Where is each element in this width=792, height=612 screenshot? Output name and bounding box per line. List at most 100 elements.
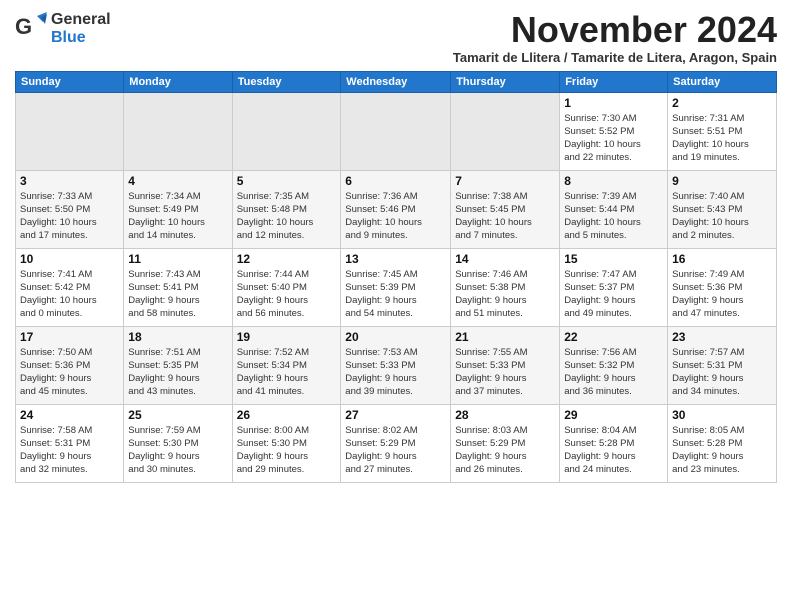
calendar-cell: 25 Sunrise: 7:59 AM Sunset: 5:30 PM Dayli… <box>124 404 232 482</box>
day-number: 13 <box>345 252 446 266</box>
calendar-cell: 12 Sunrise: 7:44 AM Sunset: 5:40 PM Dayli… <box>232 248 341 326</box>
day-info: Sunrise: 7:41 AM Sunset: 5:42 PM Dayligh… <box>20 268 119 321</box>
day-info: Sunrise: 7:45 AM Sunset: 5:39 PM Dayligh… <box>345 268 446 321</box>
calendar-header-row: SundayMondayTuesdayWednesdayThursdayFrid… <box>16 71 777 92</box>
calendar-cell: 21 Sunrise: 7:55 AM Sunset: 5:33 PM Dayli… <box>451 326 560 404</box>
day-info: Sunrise: 7:52 AM Sunset: 5:34 PM Dayligh… <box>237 346 337 399</box>
day-number: 3 <box>20 174 119 188</box>
calendar-cell: 6 Sunrise: 7:36 AM Sunset: 5:46 PM Daylig… <box>341 170 451 248</box>
logo-text: General Blue <box>51 11 111 46</box>
day-info: Sunrise: 7:33 AM Sunset: 5:50 PM Dayligh… <box>20 190 119 243</box>
calendar-cell <box>124 92 232 170</box>
calendar-cell: 13 Sunrise: 7:45 AM Sunset: 5:39 PM Dayli… <box>341 248 451 326</box>
logo-icon: G <box>15 10 47 47</box>
title-section: November 2024 Tamarit de Llitera / Tamar… <box>453 10 777 65</box>
day-number: 20 <box>345 330 446 344</box>
calendar-cell: 24 Sunrise: 7:58 AM Sunset: 5:31 PM Dayli… <box>16 404 124 482</box>
day-number: 26 <box>237 408 337 422</box>
day-number: 24 <box>20 408 119 422</box>
day-number: 1 <box>564 96 663 110</box>
day-info: Sunrise: 7:40 AM Sunset: 5:43 PM Dayligh… <box>672 190 772 243</box>
calendar-cell <box>451 92 560 170</box>
calendar-cell: 3 Sunrise: 7:33 AM Sunset: 5:50 PM Daylig… <box>16 170 124 248</box>
day-info: Sunrise: 7:39 AM Sunset: 5:44 PM Dayligh… <box>564 190 663 243</box>
day-number: 28 <box>455 408 555 422</box>
page-container: G General Blue November 2024 Tamarit de … <box>0 0 792 488</box>
calendar-cell <box>341 92 451 170</box>
month-title: November 2024 <box>453 10 777 50</box>
calendar-cell: 28 Sunrise: 8:03 AM Sunset: 5:29 PM Dayli… <box>451 404 560 482</box>
calendar-table: SundayMondayTuesdayWednesdayThursdayFrid… <box>15 71 777 483</box>
day-number: 18 <box>128 330 227 344</box>
day-info: Sunrise: 7:51 AM Sunset: 5:35 PM Dayligh… <box>128 346 227 399</box>
day-number: 22 <box>564 330 663 344</box>
week-row-5: 24 Sunrise: 7:58 AM Sunset: 5:31 PM Dayli… <box>16 404 777 482</box>
calendar-cell: 26 Sunrise: 8:00 AM Sunset: 5:30 PM Dayli… <box>232 404 341 482</box>
day-number: 30 <box>672 408 772 422</box>
calendar-cell: 16 Sunrise: 7:49 AM Sunset: 5:36 PM Dayli… <box>668 248 777 326</box>
day-info: Sunrise: 8:05 AM Sunset: 5:28 PM Dayligh… <box>672 424 772 477</box>
day-info: Sunrise: 7:53 AM Sunset: 5:33 PM Dayligh… <box>345 346 446 399</box>
day-number: 5 <box>237 174 337 188</box>
day-info: Sunrise: 7:36 AM Sunset: 5:46 PM Dayligh… <box>345 190 446 243</box>
day-number: 8 <box>564 174 663 188</box>
week-row-4: 17Sunrise: 7:50 AM Sunset: 5:36 PM Dayli… <box>16 326 777 404</box>
day-number: 2 <box>672 96 772 110</box>
day-info: Sunrise: 7:31 AM Sunset: 5:51 PM Dayligh… <box>672 112 772 165</box>
day-header-thursday: Thursday <box>451 71 560 92</box>
calendar-cell: 18 Sunrise: 7:51 AM Sunset: 5:35 PM Dayli… <box>124 326 232 404</box>
calendar-cell: 7 Sunrise: 7:38 AM Sunset: 5:45 PM Daylig… <box>451 170 560 248</box>
day-header-saturday: Saturday <box>668 71 777 92</box>
day-number: 29 <box>564 408 663 422</box>
day-header-sunday: Sunday <box>16 71 124 92</box>
day-number: 23 <box>672 330 772 344</box>
day-number: 11 <box>128 252 227 266</box>
day-info: Sunrise: 8:03 AM Sunset: 5:29 PM Dayligh… <box>455 424 555 477</box>
day-number: 7 <box>455 174 555 188</box>
day-number: 17 <box>20 330 119 344</box>
day-info: Sunrise: 7:57 AM Sunset: 5:31 PM Dayligh… <box>672 346 772 399</box>
day-number: 16 <box>672 252 772 266</box>
day-info: Sunrise: 7:59 AM Sunset: 5:30 PM Dayligh… <box>128 424 227 477</box>
day-info: Sunrise: 8:02 AM Sunset: 5:29 PM Dayligh… <box>345 424 446 477</box>
week-row-1: 1 Sunrise: 7:30 AM Sunset: 5:52 PM Daylig… <box>16 92 777 170</box>
calendar-cell: 5 Sunrise: 7:35 AM Sunset: 5:48 PM Daylig… <box>232 170 341 248</box>
calendar-cell: 10Sunrise: 7:41 AM Sunset: 5:42 PM Dayli… <box>16 248 124 326</box>
day-number: 12 <box>237 252 337 266</box>
day-info: Sunrise: 7:46 AM Sunset: 5:38 PM Dayligh… <box>455 268 555 321</box>
day-number: 4 <box>128 174 227 188</box>
day-number: 25 <box>128 408 227 422</box>
day-info: Sunrise: 7:49 AM Sunset: 5:36 PM Dayligh… <box>672 268 772 321</box>
day-number: 6 <box>345 174 446 188</box>
day-number: 15 <box>564 252 663 266</box>
day-info: Sunrise: 7:58 AM Sunset: 5:31 PM Dayligh… <box>20 424 119 477</box>
calendar-cell: 27Sunrise: 8:02 AM Sunset: 5:29 PM Dayli… <box>341 404 451 482</box>
calendar-cell: 2 Sunrise: 7:31 AM Sunset: 5:51 PM Daylig… <box>668 92 777 170</box>
day-info: Sunrise: 7:47 AM Sunset: 5:37 PM Dayligh… <box>564 268 663 321</box>
day-info: Sunrise: 7:43 AM Sunset: 5:41 PM Dayligh… <box>128 268 227 321</box>
day-info: Sunrise: 8:00 AM Sunset: 5:30 PM Dayligh… <box>237 424 337 477</box>
week-row-2: 3 Sunrise: 7:33 AM Sunset: 5:50 PM Daylig… <box>16 170 777 248</box>
day-number: 21 <box>455 330 555 344</box>
day-info: Sunrise: 7:30 AM Sunset: 5:52 PM Dayligh… <box>564 112 663 165</box>
calendar-cell: 29 Sunrise: 8:04 AM Sunset: 5:28 PM Dayli… <box>560 404 668 482</box>
svg-text:G: G <box>15 14 32 39</box>
day-info: Sunrise: 7:35 AM Sunset: 5:48 PM Dayligh… <box>237 190 337 243</box>
day-number: 19 <box>237 330 337 344</box>
calendar-cell <box>16 92 124 170</box>
day-info: Sunrise: 8:04 AM Sunset: 5:28 PM Dayligh… <box>564 424 663 477</box>
header-row: G General Blue November 2024 Tamarit de … <box>15 10 777 65</box>
day-number: 14 <box>455 252 555 266</box>
day-info: Sunrise: 7:56 AM Sunset: 5:32 PM Dayligh… <box>564 346 663 399</box>
day-info: Sunrise: 7:34 AM Sunset: 5:49 PM Dayligh… <box>128 190 227 243</box>
day-info: Sunrise: 7:55 AM Sunset: 5:33 PM Dayligh… <box>455 346 555 399</box>
calendar-cell: 22 Sunrise: 7:56 AM Sunset: 5:32 PM Dayli… <box>560 326 668 404</box>
calendar-cell: 30 Sunrise: 8:05 AM Sunset: 5:28 PM Dayli… <box>668 404 777 482</box>
day-number: 9 <box>672 174 772 188</box>
day-info: Sunrise: 7:38 AM Sunset: 5:45 PM Dayligh… <box>455 190 555 243</box>
calendar-cell: 8 Sunrise: 7:39 AM Sunset: 5:44 PM Daylig… <box>560 170 668 248</box>
day-info: Sunrise: 7:44 AM Sunset: 5:40 PM Dayligh… <box>237 268 337 321</box>
week-row-3: 10Sunrise: 7:41 AM Sunset: 5:42 PM Dayli… <box>16 248 777 326</box>
calendar-cell: 17Sunrise: 7:50 AM Sunset: 5:36 PM Dayli… <box>16 326 124 404</box>
calendar-cell: 4 Sunrise: 7:34 AM Sunset: 5:49 PM Daylig… <box>124 170 232 248</box>
